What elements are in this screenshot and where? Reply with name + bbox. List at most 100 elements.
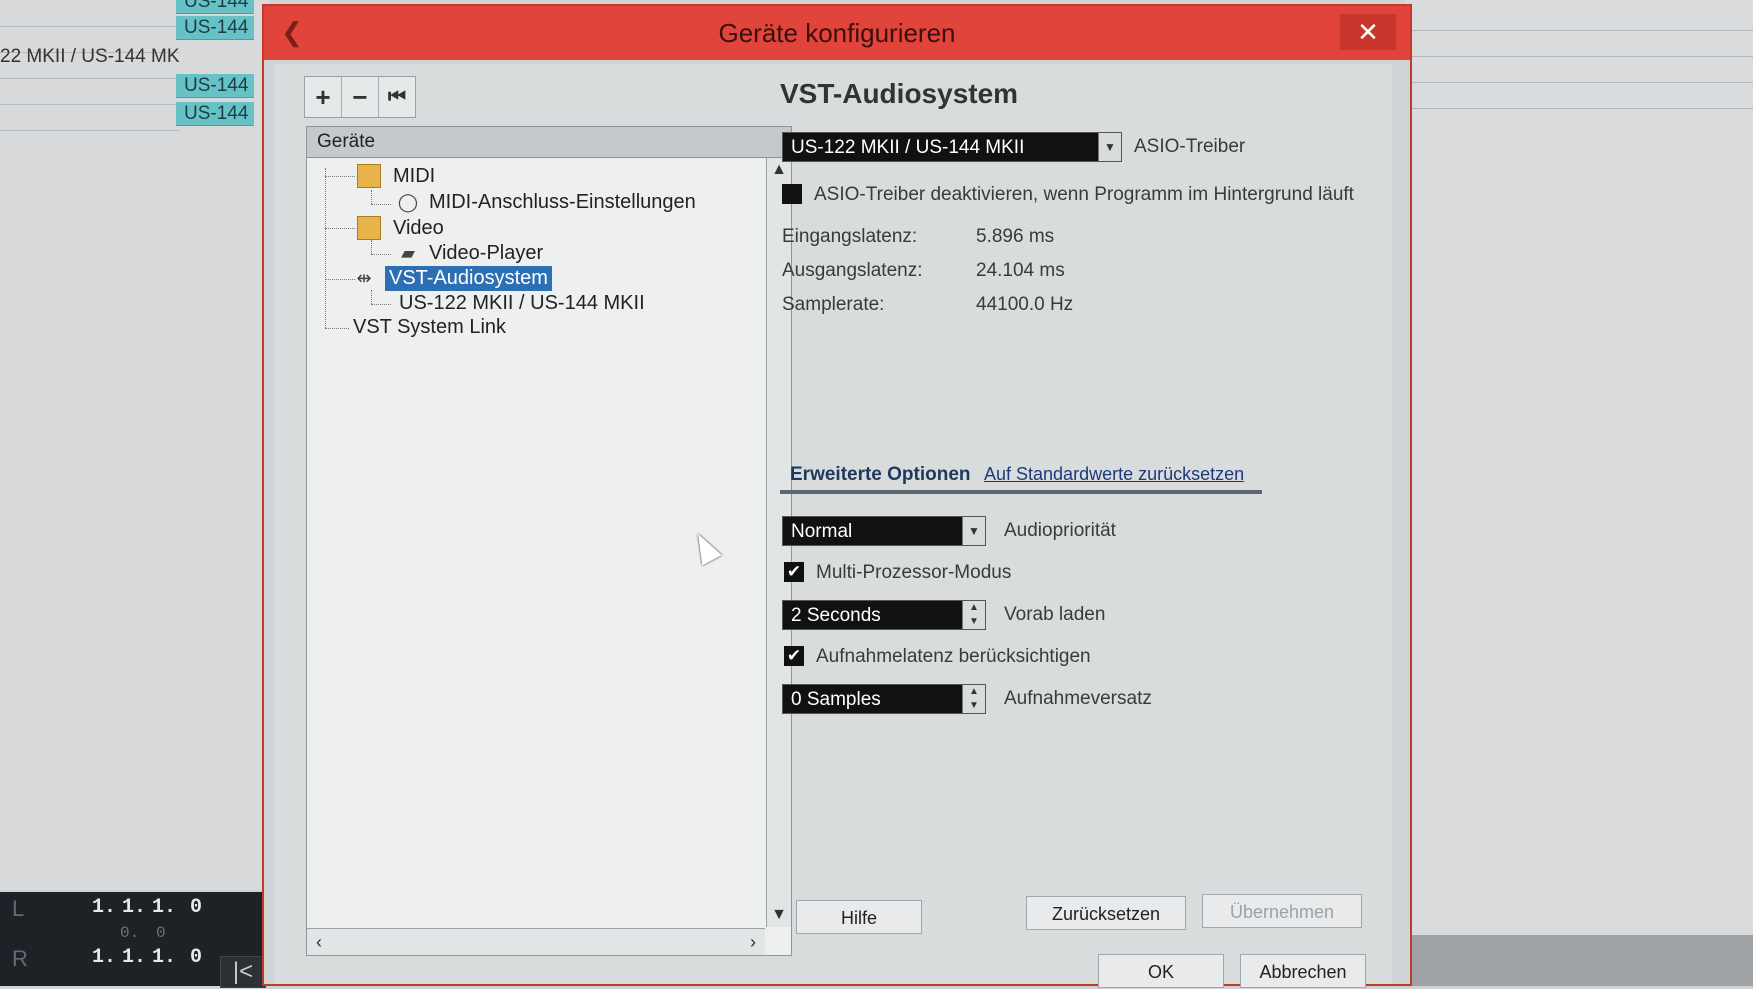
timeline-gridline: [1405, 108, 1753, 109]
reset-button[interactable]: Zurücksetzen: [1026, 896, 1186, 930]
tree-connector: [371, 240, 372, 254]
record-latency-label: Aufnahmelatenz berücksichtigen: [816, 646, 1091, 667]
timeline-gridline: [1405, 82, 1753, 83]
locator-value: 0: [190, 946, 203, 969]
tree-item-label: VST-Audiosystem: [385, 266, 552, 291]
stepper-arrows-icon[interactable]: ▲ ▼: [962, 685, 985, 713]
tree-connector: [325, 168, 326, 328]
record-offset-value: 0 Samples: [791, 689, 881, 710]
locator-value: 1.: [122, 946, 147, 969]
track-name: 22 MKII / US-144 MK: [0, 46, 180, 67]
audio-priority-select[interactable]: Normal ▼: [782, 516, 986, 546]
tree-connector: [371, 304, 391, 305]
tab-advanced-options[interactable]: Erweiterte Optionen: [790, 464, 971, 486]
tree-connector: [371, 204, 391, 205]
locator-value: 0: [190, 896, 203, 919]
preload-label: Vorab laden: [1004, 604, 1106, 625]
tree-item-label: Video: [393, 216, 444, 239]
apply-button[interactable]: Übernehmen: [1202, 894, 1362, 928]
left-locator-label: L: [12, 896, 25, 921]
status-strip: [1400, 935, 1753, 986]
reset-device-button[interactable]: ⏮: [379, 77, 415, 117]
tree-connector: [325, 328, 349, 329]
track-row: [0, 78, 180, 105]
close-button[interactable]: ✕: [1340, 14, 1396, 50]
multiprocessor-label: Multi-Prozessor-Modus: [816, 562, 1012, 583]
audio-priority-label: Audiopriorität: [1004, 520, 1116, 541]
multiprocessor-checkbox[interactable]: ✔: [784, 562, 804, 582]
device-setup-dialog: ❮ Geräte konfigurieren ✕ + − ⏮ Geräte MI…: [262, 4, 1412, 988]
tree-item-video[interactable]: Video: [357, 216, 444, 240]
folder-icon: [357, 216, 381, 240]
chevron-down-icon: ▼: [962, 517, 985, 545]
ok-button[interactable]: OK: [1098, 954, 1224, 988]
asio-deactivate-label: ASIO-Treiber deaktivieren, wenn Programm…: [814, 184, 1354, 205]
input-latency-value: 5.896 ms: [976, 226, 1055, 247]
preload-value: 2 Seconds: [791, 605, 881, 626]
tree-connector: [371, 290, 372, 304]
record-latency-checkbox[interactable]: ✔: [784, 646, 804, 666]
audio-wave-icon: ⇹: [356, 268, 372, 288]
track-clip[interactable]: US-144: [176, 16, 254, 40]
go-to-start-icon[interactable]: |<: [220, 956, 266, 988]
remove-device-button[interactable]: −: [342, 77, 379, 117]
tree-item-midi-port-settings[interactable]: ◯ MIDI-Anschluss-Einstellungen: [397, 191, 696, 214]
preload-stepper[interactable]: 2 Seconds ▲ ▼: [782, 600, 986, 630]
tree-item-label: Video-Player: [429, 242, 544, 264]
tree-item-midi[interactable]: MIDI: [357, 164, 435, 188]
track-row: [0, 0, 180, 27]
asio-deactivate-checkbox[interactable]: [782, 184, 802, 204]
tree-item-asio-device[interactable]: US-122 MKII / US-144 MKII: [399, 292, 645, 315]
midi-port-icon: ◯: [397, 192, 419, 212]
locator-value: 1.: [152, 896, 177, 919]
asio-driver-label: ASIO-Treiber: [1134, 136, 1246, 157]
tree-item-label: VST System Link: [353, 316, 507, 338]
locator-value: 1.: [92, 896, 117, 919]
help-button[interactable]: Hilfe: [796, 900, 922, 934]
dialog-title: Geräte konfigurieren: [718, 18, 956, 48]
timeline-gridline: [1405, 56, 1753, 57]
tree-item-label: US-122 MKII / US-144 MKII: [399, 292, 645, 314]
devices-tree: Geräte MIDI ◯ MIDI-Anschluss-Einstellung…: [306, 126, 792, 956]
tree-item-label: MIDI-Anschluss-Einstellungen: [429, 191, 696, 213]
scroll-left-icon[interactable]: ‹: [307, 929, 331, 955]
device-toolbar: + − ⏮: [304, 76, 416, 118]
scroll-down-icon[interactable]: ▼: [767, 903, 791, 927]
stepper-arrows-icon[interactable]: ▲ ▼: [962, 601, 985, 629]
dialog-body: + − ⏮ Geräte MIDI ◯ MIDI-Anschluss-Einst…: [274, 64, 1392, 988]
tree-connector: [371, 190, 372, 204]
record-offset-stepper[interactable]: 0 Samples ▲ ▼: [782, 684, 986, 714]
tree-horizontal-scrollbar[interactable]: ‹ ›: [307, 928, 765, 955]
tree-item-video-player[interactable]: ▰ Video-Player: [397, 242, 543, 265]
locator-value: 0: [156, 924, 166, 942]
audio-priority-value: Normal: [791, 521, 853, 542]
devices-header[interactable]: Geräte: [307, 127, 791, 158]
cancel-button[interactable]: Abbrechen: [1240, 954, 1366, 988]
tab-underline: [780, 490, 1262, 494]
locator-value: 1.: [152, 946, 177, 969]
samplerate-value: 44100.0 Hz: [976, 294, 1074, 315]
track-row: [0, 104, 180, 131]
add-device-button[interactable]: +: [305, 77, 342, 117]
locator-value: 1.: [122, 896, 147, 919]
tree-connector: [325, 228, 355, 229]
track-clip[interactable]: US-144: [176, 0, 254, 14]
scroll-right-icon[interactable]: ›: [741, 929, 765, 955]
locator-value: 1.: [92, 946, 117, 969]
track-clip[interactable]: US-144: [176, 74, 254, 98]
locator-value: 0.: [120, 924, 140, 942]
right-locator-label: R: [12, 946, 28, 971]
tree-connector: [371, 254, 391, 255]
tree-connector: [325, 176, 355, 177]
tree-item-vst-audiosystem[interactable]: ⇹ VST-Audiosystem: [353, 266, 552, 291]
record-offset-label: Aufnahmeversatz: [1004, 688, 1152, 709]
reset-to-defaults-link[interactable]: Auf Standardwerte zurücksetzen: [984, 464, 1244, 485]
video-camera-icon: ▰: [401, 243, 415, 263]
panel-title: VST-Audiosystem: [780, 78, 1019, 109]
dialog-titlebar[interactable]: ❮ Geräte konfigurieren ✕: [264, 6, 1410, 60]
asio-driver-select[interactable]: US-122 MKII / US-144 MKII ▼: [782, 132, 1122, 162]
project-track-area: US-144 US-144 22 MKII / US-144 MK US-144…: [0, 0, 270, 890]
input-latency-label: Eingangslatenz:: [782, 226, 918, 247]
tree-item-vst-system-link[interactable]: VST System Link: [353, 316, 506, 339]
track-clip[interactable]: US-144: [176, 102, 254, 126]
